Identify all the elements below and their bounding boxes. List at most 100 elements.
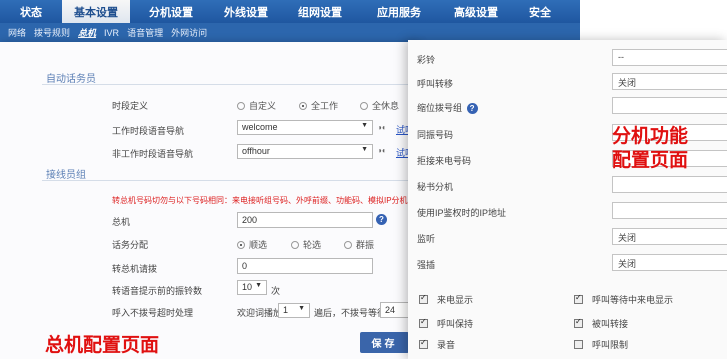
select-value: 10 xyxy=(242,282,253,292)
radio-sequential[interactable]: 顺选 xyxy=(237,238,267,251)
dropdown-arrow-icon: ▼ xyxy=(298,305,305,312)
offwork-nav-label: 非工作时段语音导航 xyxy=(112,149,194,159)
simul-ring-label: 同振号码 xyxy=(417,130,454,140)
radio-all-rest[interactable]: 全休息 xyxy=(360,99,399,112)
tab-extension-settings[interactable]: 分机设置 xyxy=(130,0,212,23)
speaker-icon: ◑◐ xyxy=(377,123,387,132)
ringtone-select[interactable]: -- xyxy=(612,49,727,66)
speed-dial-input[interactable] xyxy=(612,97,727,114)
checkbox-recording[interactable]: 录音 xyxy=(419,338,455,351)
secretary-input[interactable] xyxy=(612,176,727,193)
checkbox-checked-icon xyxy=(419,293,428,304)
work-nav-select[interactable]: welcome ▼ xyxy=(237,120,373,135)
subtab-voice-management[interactable]: 语音管理 xyxy=(127,26,163,39)
work-nav-label: 工作时段语音导航 xyxy=(112,126,185,136)
radio-custom[interactable]: 自定义 xyxy=(237,99,276,112)
barge-in-select[interactable]: 关闭 xyxy=(612,254,727,271)
dropdown-arrow-icon: ▼ xyxy=(255,282,262,289)
select-value: 1 xyxy=(283,305,289,315)
ip-auth-input[interactable] xyxy=(612,202,727,219)
tab-advanced-settings[interactable]: 高级设置 xyxy=(438,0,514,23)
dropdown-arrow-icon: ▼ xyxy=(361,122,368,129)
subtab-ivr[interactable]: IVR xyxy=(104,28,119,38)
main-number-input[interactable]: 200 xyxy=(237,212,373,228)
ring-count-select[interactable]: 10 ▼ xyxy=(237,280,267,295)
tab-trunk-settings[interactable]: 外线设置 xyxy=(212,0,280,23)
ringtone-label: 彩铃 xyxy=(417,55,436,65)
radio-icon xyxy=(360,101,368,110)
tab-status[interactable]: 状态 xyxy=(0,0,62,23)
checkbox-label: 来电显示 xyxy=(437,295,474,305)
extension-config-panel: 彩铃 -- 呼叫转移 关闭 缩位拨号组 ? 同振号码 拒接来电号码 秘书分机 使… xyxy=(408,40,727,359)
checkbox-waiting-caller-id[interactable]: 呼叫等待中来电显示 xyxy=(574,293,673,306)
subtab-external-access[interactable]: 外网访问 xyxy=(171,26,207,39)
timeout-label: 呼入不拨号超时处理 xyxy=(112,308,194,318)
extension-caption-line1: 分机功能 xyxy=(612,125,689,147)
checkbox-unchecked-icon xyxy=(574,340,583,349)
checkbox-checked-icon xyxy=(574,317,583,328)
radio-icon xyxy=(237,101,245,110)
select-value: welcome xyxy=(242,122,278,132)
timeout-suffix: 遍后，不拨号等待 xyxy=(314,308,387,318)
radio-all-work[interactable]: 全工作 xyxy=(299,99,338,112)
speed-dial-label: 缩位拨号组 ? xyxy=(417,101,478,115)
top-nav: 状态 基本设置 分机设置 外线设置 组网设置 应用服务 高级设置 安全 xyxy=(0,0,580,23)
radio-icon xyxy=(344,240,352,249)
offwork-nav-select[interactable]: offhour ▼ xyxy=(237,144,373,159)
checkbox-call-transfer[interactable]: 被叫转接 xyxy=(574,317,628,330)
save-button[interactable]: 保存 xyxy=(360,332,409,353)
radio-label: 轮选 xyxy=(303,240,322,250)
ring-unit: 次 xyxy=(271,286,281,296)
extension-caption: 分机功能 配置页面 xyxy=(612,124,688,172)
radio-label: 群振 xyxy=(356,240,375,250)
tab-basic-settings[interactable]: 基本设置 xyxy=(62,0,130,23)
radio-label: 顺选 xyxy=(249,240,268,250)
help-icon[interactable]: ? xyxy=(376,214,387,225)
redial-label: 转总机请拨 xyxy=(112,264,158,274)
timeout-wait-input[interactable]: 24 xyxy=(380,302,410,318)
section-operator-group: 接线员组 xyxy=(46,170,86,181)
secretary-label: 秘书分机 xyxy=(417,182,454,192)
checkbox-call-restriction[interactable]: 呼叫限制 xyxy=(574,338,628,351)
subtab-switchboard[interactable]: 总机 xyxy=(78,26,96,39)
monitor-select[interactable]: 关闭 xyxy=(612,228,727,245)
checkbox-call-hold[interactable]: 呼叫保持 xyxy=(419,317,473,330)
checkbox-label: 呼叫等待中来电显示 xyxy=(592,295,674,305)
redial-input[interactable]: 0 xyxy=(237,258,373,274)
barge-in-label: 强插 xyxy=(417,260,436,270)
distribution-label: 话务分配 xyxy=(112,240,149,250)
dropdown-arrow-icon: ▼ xyxy=(361,146,368,153)
section-auto-attendant: 自动话务员 xyxy=(46,74,96,85)
radio-round-robin[interactable]: 轮选 xyxy=(291,238,321,251)
radio-label: 自定义 xyxy=(249,101,277,111)
ring-count-label: 转语音提示前的振铃数 xyxy=(112,286,203,296)
call-forward-select[interactable]: 关闭 xyxy=(612,73,727,90)
help-icon[interactable]: ? xyxy=(466,103,478,115)
checkbox-checked-icon xyxy=(574,293,583,304)
radio-label: 全休息 xyxy=(372,101,400,111)
warning-text: 转总机号码切勿与以下号码相同：来电接听组号码、外呼前缀、功能码、模拟IP分机 xyxy=(112,196,408,205)
checkbox-caller-id[interactable]: 来电显示 xyxy=(419,293,473,306)
checkbox-label: 被叫转接 xyxy=(592,319,629,329)
checkbox-label: 呼叫限制 xyxy=(592,340,629,350)
checkbox-label: 呼叫保持 xyxy=(437,319,474,329)
radio-selected-icon xyxy=(299,101,307,110)
speed-dial-text: 缩位拨号组 xyxy=(417,103,463,113)
reject-list-label: 拒接来电号码 xyxy=(417,156,472,166)
switchboard-caption: 总机配置页面 xyxy=(45,334,160,356)
tab-network-settings[interactable]: 组网设置 xyxy=(280,0,360,23)
radio-ring-all[interactable]: 群振 xyxy=(344,238,374,251)
radio-selected-icon xyxy=(237,240,245,249)
extension-caption-line2: 配置页面 xyxy=(612,149,689,171)
tab-app-services[interactable]: 应用服务 xyxy=(360,0,438,23)
divider xyxy=(42,84,412,85)
checkbox-checked-icon xyxy=(419,338,428,349)
subtab-dial-rules[interactable]: 拨号规则 xyxy=(34,26,70,39)
radio-label: 全工作 xyxy=(311,101,339,111)
timeout-prefix: 欢迎词播放 xyxy=(237,308,283,318)
timeout-count-select[interactable]: 1 ▼ xyxy=(278,303,310,318)
subtab-network[interactable]: 网络 xyxy=(8,26,26,39)
radio-icon xyxy=(291,240,299,249)
tab-security[interactable]: 安全 xyxy=(514,0,566,23)
divider xyxy=(42,180,412,181)
